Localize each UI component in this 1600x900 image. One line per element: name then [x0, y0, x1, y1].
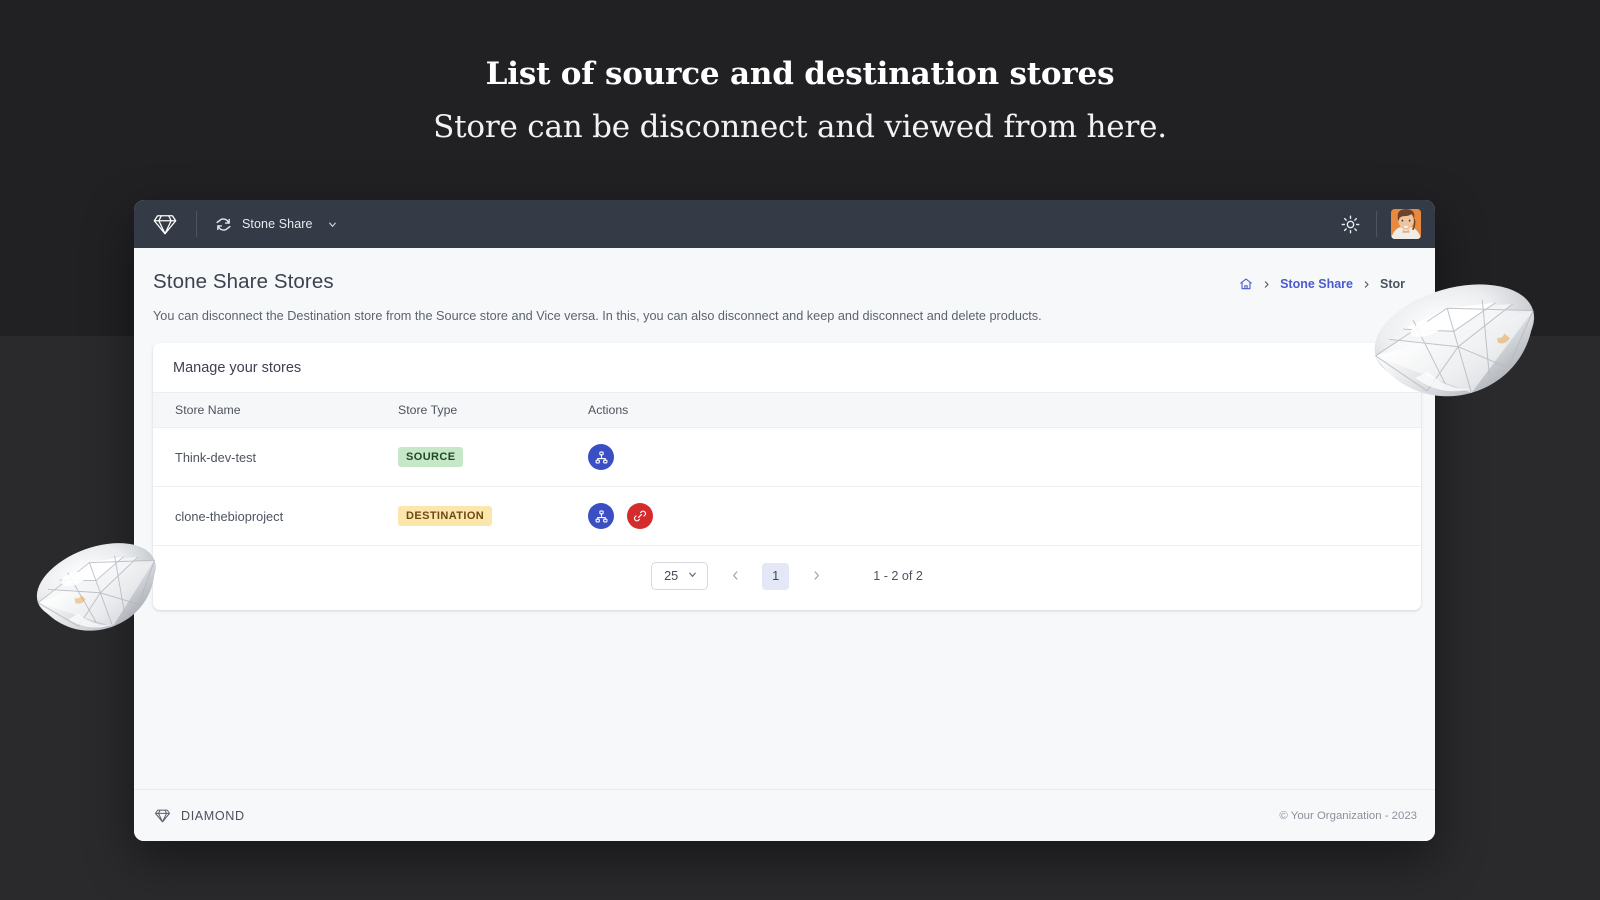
disconnect-button[interactable]	[627, 503, 653, 529]
topbar: Stone Share	[134, 200, 1435, 248]
page-number-1[interactable]: 1	[762, 563, 789, 590]
footer-brand: DIAMOND	[154, 807, 245, 824]
page-size-select[interactable]: 25	[651, 562, 708, 590]
topbar-divider-right	[1376, 211, 1377, 237]
stores-table: Store Name Store Type Actions Think-dev-…	[153, 392, 1421, 546]
breadcrumb-item-stone-share[interactable]: Stone Share	[1280, 277, 1353, 291]
status-badge: SOURCE	[398, 447, 463, 467]
pagination-range-label: 1 - 2 of 2	[873, 569, 923, 583]
sync-icon	[215, 216, 232, 233]
sun-icon[interactable]	[1341, 215, 1360, 234]
column-header-store-type: Store Type	[398, 393, 588, 428]
footer-copyright: © Your Organization - 2023	[1279, 810, 1417, 822]
breadcrumb-item-current: Stor	[1380, 277, 1405, 291]
prev-page-button[interactable]	[722, 563, 748, 589]
status-badge: DESTINATION	[398, 506, 492, 526]
topbar-divider	[196, 211, 197, 237]
stores-card: Manage your stores Store Name Store Type…	[153, 343, 1421, 610]
column-header-actions: Actions	[588, 393, 1421, 428]
page-description: You can disconnect the Destination store…	[153, 307, 1405, 325]
unlink-icon	[633, 509, 647, 523]
annotation-block: List of source and destination stores St…	[0, 56, 1600, 145]
app-window: Stone Share	[134, 200, 1435, 841]
view-hierarchy-button[interactable]	[588, 444, 614, 470]
card-title: Manage your stores	[153, 343, 1421, 392]
sitemap-icon	[595, 451, 608, 464]
chevron-right-icon-2	[1362, 280, 1371, 289]
breadcrumb: Stone Share Stor	[1239, 270, 1405, 291]
table-head: Store Name Store Type Actions	[153, 393, 1421, 428]
pagination: 25 1	[153, 546, 1421, 610]
footer-brand-label: DIAMOND	[181, 809, 245, 823]
cell-store-name: Think-dev-test	[153, 428, 398, 487]
workspace-switcher[interactable]: Stone Share	[215, 216, 338, 233]
avatar[interactable]	[1391, 209, 1421, 239]
table-row: Think-dev-test SOURCE	[153, 428, 1421, 487]
cell-store-type: DESTINATION	[398, 487, 588, 546]
table-body: Think-dev-test SOURCE	[153, 428, 1421, 546]
sitemap-icon	[595, 510, 608, 523]
cell-store-name: clone-thebioproject	[153, 487, 398, 546]
cell-actions	[588, 487, 1421, 546]
view-hierarchy-button[interactable]	[588, 503, 614, 529]
home-icon[interactable]	[1239, 277, 1253, 291]
page-title: Stone Share Stores	[153, 270, 334, 294]
page-header: Stone Share Stores Stone Share	[134, 248, 1435, 325]
row-actions	[588, 444, 1413, 470]
row-actions	[588, 503, 1413, 529]
chevron-left-icon	[730, 568, 741, 585]
diamond-icon[interactable]	[152, 211, 178, 237]
workspace-name: Stone Share	[242, 217, 313, 231]
table-row: clone-thebioproject DESTINATION	[153, 487, 1421, 546]
column-header-store-name: Store Name	[153, 393, 398, 428]
cell-actions	[588, 428, 1421, 487]
annotation-headline: List of source and destination stores	[0, 56, 1600, 92]
page-title-row: Stone Share Stores Stone Share	[153, 270, 1405, 294]
chevron-right-icon	[1262, 280, 1271, 289]
next-page-button[interactable]	[803, 563, 829, 589]
app-footer: DIAMOND © Your Organization - 2023	[134, 789, 1435, 841]
chevron-down-icon	[687, 569, 698, 583]
chevron-right-icon	[811, 568, 822, 585]
table-header-row: Store Name Store Type Actions	[153, 393, 1421, 428]
chevron-down-icon	[323, 219, 338, 230]
annotation-subheadline: Store can be disconnect and viewed from …	[0, 109, 1600, 145]
diamond-icon	[154, 807, 171, 824]
cell-store-type: SOURCE	[398, 428, 588, 487]
page-size-value: 25	[664, 569, 678, 583]
